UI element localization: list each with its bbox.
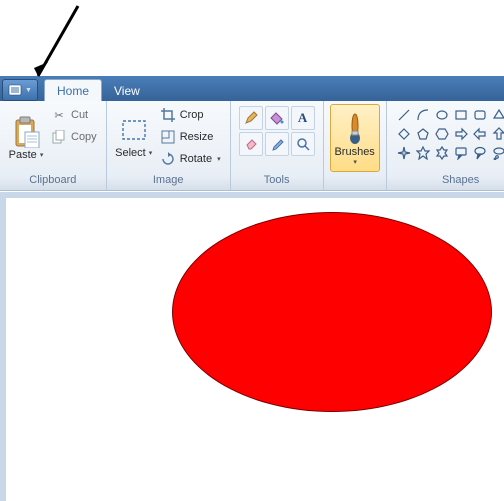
fill-icon	[270, 111, 284, 125]
chevron-down-icon: ▾	[149, 149, 153, 157]
group-label-shapes: Shapes	[393, 173, 504, 189]
copy-label: Copy	[71, 131, 97, 143]
shape-arrow-left[interactable]	[471, 125, 489, 143]
tab-view[interactable]: View	[102, 79, 152, 101]
canvas-workspace	[0, 192, 504, 501]
shape-diamond[interactable]	[395, 125, 413, 143]
brush-icon	[340, 111, 370, 145]
group-label-tools: Tools	[237, 173, 317, 189]
tab-home[interactable]: Home	[44, 79, 102, 101]
group-shapes: Shapes	[387, 101, 504, 190]
clipboard-icon	[12, 116, 40, 148]
shape-polygon[interactable]	[490, 106, 504, 124]
tool-fill[interactable]	[265, 106, 289, 130]
group-brushes: Brushes ▾	[324, 101, 387, 190]
rotate-button[interactable]: Rotate ▾	[157, 148, 224, 170]
tool-text[interactable]: A	[291, 106, 315, 130]
pencil-icon	[244, 111, 258, 125]
paste-button[interactable]: Paste▾	[6, 104, 46, 172]
tab-bar: ▼ Home View	[0, 76, 504, 101]
group-label-image: Image	[113, 173, 224, 189]
resize-label: Resize	[180, 131, 214, 143]
rotate-label: Rotate	[180, 153, 212, 165]
shape-callout-round[interactable]	[471, 144, 489, 162]
copy-button[interactable]: Copy	[48, 126, 100, 148]
app-menu-button[interactable]: ▼	[2, 79, 38, 101]
brushes-button[interactable]: Brushes ▾	[330, 104, 380, 172]
cut-button[interactable]: ✂ Cut	[48, 104, 100, 126]
document-icon	[8, 84, 22, 96]
group-tools: A Tools	[231, 101, 324, 190]
shape-pentagon[interactable]	[414, 125, 432, 143]
shape-callout-cloud[interactable]	[490, 144, 504, 162]
chevron-down-icon: ▾	[217, 155, 221, 163]
paste-label: Paste	[9, 149, 37, 161]
resize-icon	[160, 129, 176, 145]
shape-arrow-right[interactable]	[452, 125, 470, 143]
shape-callout-rect[interactable]	[452, 144, 470, 162]
tool-pencil[interactable]	[239, 106, 263, 130]
tool-color-picker[interactable]	[265, 132, 289, 156]
window-titlebar-space	[0, 0, 504, 76]
shape-oval[interactable]	[433, 106, 451, 124]
shape-curve[interactable]	[414, 106, 432, 124]
crop-button[interactable]: Crop	[157, 104, 224, 126]
select-button[interactable]: Select▾	[113, 104, 155, 172]
brushes-label: Brushes	[334, 146, 374, 158]
shape-star5[interactable]	[414, 144, 432, 162]
copy-icon	[51, 129, 67, 145]
tool-eraser[interactable]	[239, 132, 263, 156]
canvas[interactable]	[6, 198, 504, 501]
select-label: Select	[115, 147, 146, 159]
ribbon: Paste▾ ✂ Cut Copy Clipboard Select▾	[0, 101, 504, 191]
chevron-down-icon: ▼	[25, 87, 32, 94]
resize-button[interactable]: Resize	[157, 126, 224, 148]
shapes-gallery[interactable]	[393, 104, 504, 164]
crop-icon	[160, 107, 176, 123]
group-clipboard: Paste▾ ✂ Cut Copy Clipboard	[0, 101, 107, 190]
shape-roundrect[interactable]	[471, 106, 489, 124]
crop-label: Crop	[180, 109, 204, 121]
scissors-icon: ✂	[51, 107, 67, 123]
shape-rect[interactable]	[452, 106, 470, 124]
cut-label: Cut	[71, 109, 88, 121]
shape-line[interactable]	[395, 106, 413, 124]
text-icon: A	[298, 110, 307, 126]
drawing-red-oval	[172, 212, 492, 412]
group-label-brushes	[330, 173, 380, 189]
rotate-icon	[160, 151, 176, 167]
selection-icon	[120, 118, 148, 146]
chevron-down-icon: ▾	[353, 158, 357, 166]
shape-hexagon[interactable]	[433, 125, 451, 143]
chevron-down-icon: ▾	[40, 151, 44, 159]
color-picker-icon	[270, 137, 284, 151]
shape-star4[interactable]	[395, 144, 413, 162]
shape-star6[interactable]	[433, 144, 451, 162]
group-label-clipboard: Clipboard	[6, 173, 100, 189]
shape-arrow-up[interactable]	[490, 125, 504, 143]
magnifier-icon	[296, 137, 310, 151]
group-image: Select▾ Crop Resize Rotate▾ Image	[107, 101, 231, 190]
tool-magnifier[interactable]	[291, 132, 315, 156]
eraser-icon	[244, 137, 258, 151]
